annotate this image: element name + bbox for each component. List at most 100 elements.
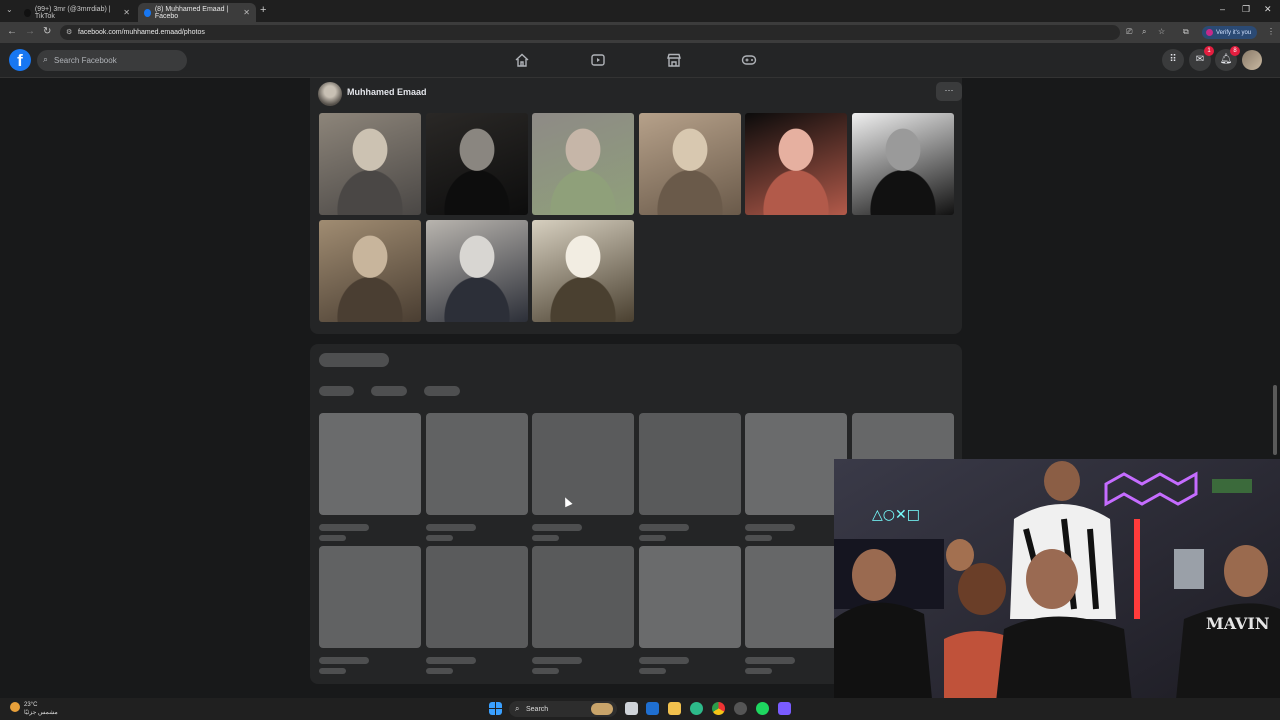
install-icon[interactable]: ⎚ [1126,27,1132,37]
skeleton-photo [745,413,847,515]
tab-facebook[interactable]: (8) Muhhamed Emaad | Facebo ✕ [138,3,256,22]
skeleton-photo [532,546,634,648]
skeleton-line [319,535,346,541]
account-avatar[interactable] [1242,50,1262,70]
app-icon[interactable] [734,702,747,715]
windows-start-icon[interactable] [489,702,502,715]
skeleton-line [639,535,666,541]
task-view-icon[interactable] [625,702,638,715]
skeleton-line [639,657,689,664]
restore-icon[interactable]: ❐ [1242,4,1250,15]
photo-poster-fashion[interactable] [532,220,634,322]
neon-ps-logo: △○✕□ [872,507,920,523]
skeleton-line [426,535,453,541]
messenger-icon: ✉ [1195,54,1205,65]
discord-icon[interactable] [778,702,791,715]
grid-icon: ⠿ [1169,54,1177,65]
verify-button[interactable]: Verify it's you [1202,26,1258,39]
close-icon[interactable]: ✕ [243,8,250,17]
minimize-icon[interactable]: – [1220,4,1225,14]
search-input[interactable]: ⌕ Search Facebook [37,50,187,71]
photo-man-suit[interactable] [426,220,528,322]
bookmark-star-icon[interactable]: ☆ [1158,27,1165,36]
skeleton-tab [371,386,407,396]
facebook-header: f ⌕ Search Facebook ⠿ ✉ 1 🔔︎ 8 [0,43,1280,78]
search-icon: ⌕ [43,54,49,64]
video-icon[interactable] [590,52,606,68]
zoom-icon[interactable]: ⌕ [1142,27,1146,37]
photo-man-plaid-shirt[interactable] [639,113,741,215]
gaming-icon[interactable] [741,52,757,68]
page-scrollbar[interactable] [1273,385,1277,455]
home-icon[interactable] [514,52,530,68]
bell-icon: 🔔︎ [1219,54,1233,65]
search-highlight-icon [591,703,613,715]
photo-man-hoodie[interactable] [319,113,421,215]
forward-icon[interactable]: → [25,26,35,37]
close-window-icon[interactable]: ✕ [1264,4,1272,15]
facebook-logo[interactable]: f [9,49,31,71]
photo-man-balcony[interactable] [319,220,421,322]
skeleton-line [745,535,772,541]
profile-name[interactable]: Muhhamed Emaad [347,87,427,97]
photo-man-red-light[interactable] [745,113,847,215]
skeleton-photo [639,413,741,515]
skeleton-tab [319,386,354,396]
windows-taskbar: 23°C مشمس جزئيًا ⌕ Search [0,698,1280,720]
notifications-badge: 8 [1230,46,1240,56]
back-icon[interactable]: ← [7,26,17,37]
tab-tiktok[interactable]: (99+) 3mr (@3mrrdiab) | TikTok ✕ [18,3,136,22]
menu-grid-button[interactable]: ⠿ [1162,49,1184,71]
photo-elderly-woman[interactable] [426,113,528,215]
skeleton-line [319,668,346,674]
spotify-icon[interactable] [756,702,769,715]
webcam-scene: △○✕□ MAVIN [834,459,1280,720]
site-info-icon[interactable]: ⚙ [66,28,72,36]
browser-toolbar: ← → ↻ ⚙ facebook.com/muhhamed.emaad/phot… [0,22,1280,43]
browser-tab-bar: ⌄ (99+) 3mr (@3mrrdiab) | TikTok ✕ (8) M… [0,0,1280,22]
skeleton-title [319,353,389,367]
skeleton-line [426,657,476,664]
close-icon[interactable]: ✕ [123,8,130,17]
skeleton-photo [426,413,528,515]
verify-label: Verify it's you [1216,29,1252,36]
skeleton-line [745,668,772,674]
chrome-icon[interactable] [712,702,725,715]
messenger-button[interactable]: ✉ 1 [1189,46,1214,71]
notifications-button[interactable]: 🔔︎ 8 [1215,46,1240,71]
facebook-icon [144,8,151,17]
file-explorer-icon[interactable] [668,702,681,715]
jersey-text: MAVIN [1206,614,1269,633]
skeleton-photo [426,546,528,648]
weather-icon [10,702,20,712]
tab-search-icon[interactable]: ⌄ [6,5,13,14]
skeleton-photo [319,546,421,648]
taskbar-search[interactable]: ⌕ Search [509,701,617,717]
skeleton-line [745,524,795,531]
photo-arabic-calligraphy[interactable] [852,113,954,215]
weather-widget[interactable]: 23°C مشمس جزئيًا [10,701,58,717]
skeleton-photo [532,413,634,515]
edge-icon[interactable] [690,702,703,715]
outlook-icon[interactable] [646,702,659,715]
webcam-overlay: △○✕□ MAVIN [834,459,1280,720]
address-bar[interactable]: ⚙ facebook.com/muhhamed.emaad/photos [60,25,1120,40]
tab-title: (8) Muhhamed Emaad | Facebo [154,5,229,20]
profile-icon [1206,29,1213,36]
reload-icon[interactable]: ↻ [43,26,51,37]
avatar[interactable] [318,82,342,106]
more-options-button[interactable]: ··· [936,82,962,101]
new-tab-icon[interactable]: + [260,4,266,16]
tiktok-icon [24,8,31,17]
extensions-icon[interactable]: ⧉ [1183,27,1189,37]
skeleton-line [532,657,582,664]
skeleton-line [532,524,582,531]
menu-icon[interactable]: ⋮ [1267,27,1275,36]
skeleton-line [319,524,369,531]
search-placeholder: Search Facebook [54,56,117,65]
skeleton-photo [639,546,741,648]
photo-grave-flowers[interactable] [532,113,634,215]
skeleton-line [319,657,369,664]
taskbar-search-label: Search [526,705,549,713]
marketplace-icon[interactable] [666,52,682,68]
